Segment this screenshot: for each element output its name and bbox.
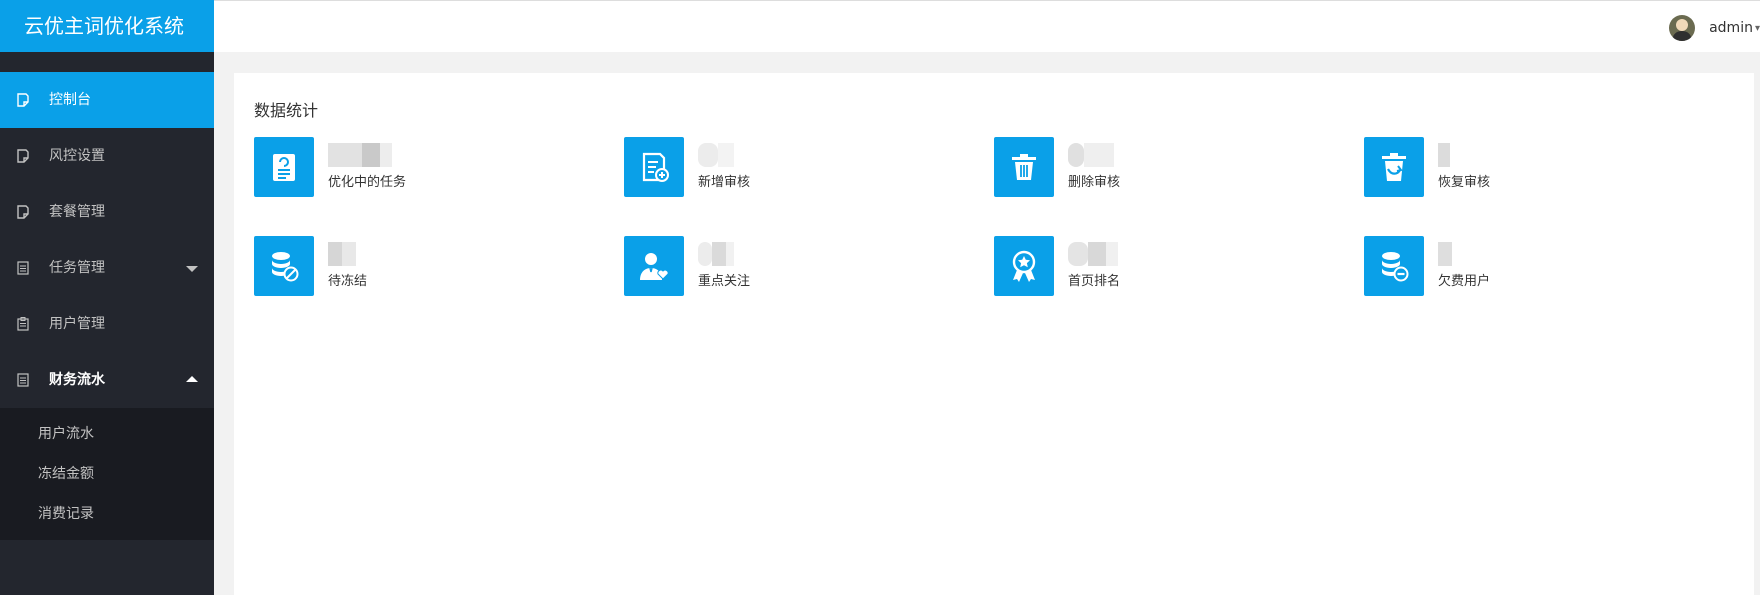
stat-card-delete-review[interactable]: 删除审核 — [994, 137, 1364, 197]
stat-label: 待冻结 — [328, 274, 368, 289]
chevron-up-icon[interactable] — [186, 376, 198, 382]
sidebar-nav: 控制台 风控设置 套餐管理 任务管理 用户管理 财务流水 用户流水 冻结金额 消… — [0, 72, 214, 540]
masked-value — [1438, 242, 1452, 266]
sidebar-item-finance-flow[interactable]: 财务流水 — [0, 352, 214, 408]
chevron-down-icon[interactable]: ▾ — [1755, 23, 1760, 34]
sidebar-item-risk-settings[interactable]: 风控设置 — [0, 128, 214, 184]
masked-value — [698, 143, 734, 167]
sidebar-item-label: 风控设置 — [49, 148, 105, 164]
document-add-icon — [624, 137, 684, 197]
sidebar-subitem-user-flow[interactable]: 用户流水 — [0, 414, 214, 454]
user-heart-icon — [624, 236, 684, 296]
coin-stack-blocked-icon — [254, 236, 314, 296]
document-icon — [15, 204, 31, 220]
masked-value — [1068, 242, 1118, 266]
clipboard-icon — [15, 316, 31, 332]
file-text-icon — [15, 372, 31, 388]
app-logo-title[interactable]: 云优主词优化系统 — [0, 0, 214, 52]
section-title: 数据统计 — [254, 101, 319, 120]
masked-value — [328, 242, 356, 266]
document-icon — [15, 148, 31, 164]
stat-card-new-review[interactable]: 新增审核 — [624, 137, 994, 197]
sidebar-item-task-management[interactable]: 任务管理 — [0, 240, 214, 296]
sidebar-item-label: 套餐管理 — [49, 204, 105, 220]
sidebar-item-label: 用户管理 — [49, 316, 105, 332]
top-header: admin ▾ — [214, 0, 1760, 52]
stat-label: 欠费用户 — [1438, 274, 1491, 289]
sidebar-item-package-management[interactable]: 套餐管理 — [0, 184, 214, 240]
stat-label: 优化中的任务 — [328, 175, 407, 190]
sidebar-subnav-finance: 用户流水 冻结金额 消费记录 — [0, 408, 214, 540]
user-menu[interactable]: admin ▾ — [1669, 15, 1760, 41]
stats-panel: 数据统计 优化中的任务 新增审核 删除审核 恢复审核 待冻结 重点关注 首页排名… — [234, 73, 1754, 595]
sidebar-item-label: 任务管理 — [49, 260, 105, 276]
chevron-down-icon[interactable] — [186, 266, 198, 272]
sidebar-item-label: 控制台 — [49, 92, 91, 108]
sidebar-subitem-frozen-amount[interactable]: 冻结金额 — [0, 454, 214, 494]
masked-value — [698, 242, 734, 266]
sidebar-item-dashboard[interactable]: 控制台 — [0, 72, 214, 128]
stat-label: 新增审核 — [698, 175, 751, 190]
sidebar-subitem-consumption-record[interactable]: 消费记录 — [0, 494, 214, 534]
stats-grid: 优化中的任务 新增审核 删除审核 恢复审核 待冻结 重点关注 首页排名 欠费用户 — [254, 137, 1734, 296]
sidebar-item-label: 财务流水 — [49, 372, 105, 388]
recycle-bin-icon — [1364, 137, 1424, 197]
avatar[interactable] — [1669, 15, 1696, 41]
masked-value — [328, 143, 392, 167]
task-list-icon — [254, 137, 314, 197]
stat-label: 删除审核 — [1068, 175, 1121, 190]
stat-label: 恢复审核 — [1438, 175, 1491, 190]
sidebar-item-user-management[interactable]: 用户管理 — [0, 296, 214, 352]
stat-label: 首页排名 — [1068, 274, 1121, 289]
stat-card-pending-freeze[interactable]: 待冻结 — [254, 236, 624, 296]
stat-card-arrears-users[interactable]: 欠费用户 — [1364, 236, 1734, 296]
masked-value — [1068, 143, 1114, 167]
stat-card-key-focus[interactable]: 重点关注 — [624, 236, 994, 296]
username[interactable]: admin — [1709, 20, 1753, 36]
stat-card-homepage-ranking[interactable]: 首页排名 — [994, 236, 1364, 296]
document-icon — [15, 92, 31, 108]
stat-label: 重点关注 — [698, 274, 751, 289]
award-badge-icon — [994, 236, 1054, 296]
masked-value — [1438, 143, 1450, 167]
file-text-icon — [15, 260, 31, 276]
coin-stack-minus-icon — [1364, 236, 1424, 296]
trash-icon — [994, 137, 1054, 197]
stat-card-optimizing-tasks[interactable]: 优化中的任务 — [254, 137, 624, 197]
sidebar: 云优主词优化系统 控制台 风控设置 套餐管理 任务管理 用户管理 财务流水 用户… — [0, 0, 214, 595]
stat-card-restore-review[interactable]: 恢复审核 — [1364, 137, 1734, 197]
